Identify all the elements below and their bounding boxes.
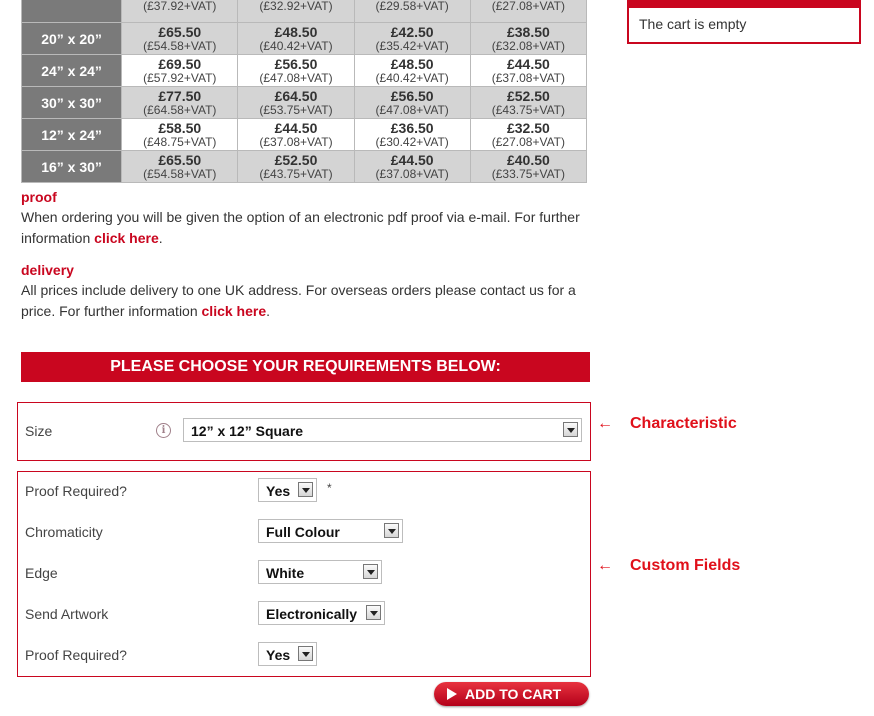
size-cell: 20” x 20” [20, 22, 123, 55]
play-icon [447, 688, 457, 700]
custom-fields-annotation: Custom Fields [630, 557, 741, 574]
price-cell: (£37.92+VAT) [121, 0, 239, 23]
price-cell: £77.50 (£64.58+VAT) [121, 86, 239, 119]
chromaticity-value: Full Colour [266, 524, 340, 540]
size-cell: 30” x 30” [20, 86, 123, 119]
requirements-banner: PLEASE CHOOSE YOUR REQUIREMENTS BELOW: [21, 352, 590, 382]
price-cell: £58.50 (£48.75+VAT) [121, 118, 239, 151]
proof-text: When ordering you will be given the opti… [21, 209, 580, 246]
price-cell: (£32.92+VAT) [237, 0, 355, 23]
size-cell: 16” x 30” [20, 150, 123, 183]
info-icon[interactable]: i [156, 423, 171, 438]
price-cell: (£29.58+VAT) [353, 0, 471, 23]
send-artwork-label: Send Artwork [25, 606, 109, 622]
send-artwork-select[interactable]: Electronically [258, 601, 385, 625]
price-cell: £32.50 (£27.08+VAT) [469, 118, 588, 151]
chevron-down-icon [366, 605, 381, 620]
price-cell: £40.50 (£33.75+VAT) [469, 150, 588, 183]
price-cell: £36.50 (£30.42+VAT) [353, 118, 471, 151]
price-cell: £44.50 (£37.08+VAT) [237, 118, 355, 151]
price-cell: £69.50 (£57.92+VAT) [121, 54, 239, 87]
proof-required-select[interactable]: Yes [258, 478, 317, 502]
price-cell: £52.50 (£43.75+VAT) [469, 86, 588, 119]
cart-widget: The cart is empty [627, 0, 861, 44]
price-cell: £38.50 (£32.08+VAT) [469, 22, 588, 55]
proof-heading: proof [21, 189, 57, 205]
proof-required-select-2[interactable]: Yes [258, 642, 317, 666]
send-artwork-value: Electronically [266, 606, 358, 622]
chromaticity-label: Chromaticity [25, 524, 103, 540]
size-select-value: 12” x 12” Square [191, 423, 304, 439]
size-cell: 24” x 24” [20, 54, 123, 87]
table-row: 16” x 30” £65.50 (£54.58+VAT) £52.50 (£43.… [20, 150, 588, 183]
price-cell: £56.50 (£47.08+VAT) [353, 86, 471, 119]
table-row: 24” x 24” £69.50 (£57.92+VAT) £56.50 (£47.… [20, 54, 588, 87]
add-to-cart-label: ADD TO CART [465, 686, 562, 702]
proof-required-label-2: Proof Required? [25, 647, 127, 663]
proof-link[interactable]: click here [94, 230, 159, 246]
table-row: 20” x 20” £65.50 (£54.58+VAT) £48.50 (£40.… [20, 22, 588, 55]
price-cell: £48.50 (£40.42+VAT) [237, 22, 355, 55]
chevron-down-icon [384, 523, 399, 538]
proof-required-value: Yes [266, 483, 291, 499]
price-cell: £65.50 (£54.58+VAT) [121, 22, 239, 55]
table-row: 12” x 24” £58.50 (£48.75+VAT) £44.50 (£37.… [20, 118, 588, 151]
add-to-cart-button[interactable]: ADD TO CART [434, 682, 589, 706]
delivery-heading: delivery [21, 262, 74, 278]
size-label: Size [25, 423, 53, 439]
price-table: (£37.92+VAT) (£32.92+VAT) (£29.58+VAT) (… [20, 0, 588, 183]
size-select[interactable]: 12” x 12” Square [183, 418, 582, 442]
required-marker: * [327, 481, 332, 495]
price-cell: £65.50 (£54.58+VAT) [121, 150, 239, 183]
delivery-link[interactable]: click here [202, 303, 267, 319]
proof-required-value-2: Yes [266, 647, 291, 663]
characteristic-annotation: Characteristic [630, 415, 737, 432]
edge-select[interactable]: White [258, 560, 382, 584]
price-cell: £44.50 (£37.08+VAT) [469, 54, 588, 87]
edge-value: White [266, 565, 305, 581]
price-cell: £52.50 (£43.75+VAT) [237, 150, 355, 183]
size-cell: 12” x 24” [20, 118, 123, 151]
chevron-down-icon [363, 564, 378, 579]
table-row: 30” x 30” £77.50 (£64.58+VAT) £64.50 (£53.… [20, 86, 588, 119]
price-cell: £44.50 (£37.08+VAT) [353, 150, 471, 183]
edge-label: Edge [25, 565, 58, 581]
annotation-arrow-icon: ← [597, 557, 613, 574]
annotation-arrow-icon: ← [597, 415, 613, 432]
price-cell: £56.50 (£47.08+VAT) [237, 54, 355, 87]
price-cell: £42.50 (£35.42+VAT) [353, 22, 471, 55]
table-row: (£37.92+VAT) (£32.92+VAT) (£29.58+VAT) (… [20, 0, 588, 23]
price-cell: (£27.08+VAT) [469, 0, 588, 23]
proof-required-label: Proof Required? [25, 483, 127, 499]
chromaticity-select[interactable]: Full Colour [258, 519, 403, 543]
price-cell: £64.50 (£53.75+VAT) [237, 86, 355, 119]
cart-header-bar [629, 0, 859, 8]
cart-empty-text: The cart is empty [639, 16, 747, 32]
chevron-down-icon [298, 646, 313, 661]
chevron-down-icon [298, 482, 313, 497]
delivery-text: All prices include delivery to one UK ad… [21, 282, 576, 319]
price-cell: £48.50 (£40.42+VAT) [353, 54, 471, 87]
chevron-down-icon [563, 422, 578, 437]
size-cell [20, 0, 123, 23]
